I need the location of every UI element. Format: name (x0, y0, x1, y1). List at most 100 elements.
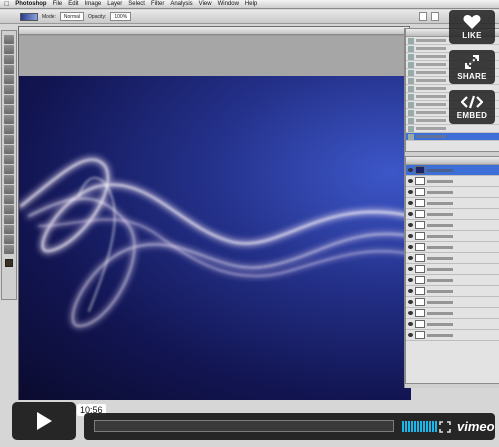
stamp-tool-icon[interactable] (4, 115, 14, 124)
eye-icon[interactable] (408, 267, 413, 271)
player-control-bar: vimeo (84, 413, 495, 440)
share-icon (465, 54, 479, 69)
eye-icon[interactable] (408, 190, 413, 194)
canvas[interactable] (19, 76, 411, 400)
eraser-tool-icon[interactable] (4, 135, 14, 144)
layer-row[interactable] (406, 286, 499, 297)
menu-view[interactable]: View (199, 1, 212, 7)
layer-row[interactable] (406, 297, 499, 308)
eye-icon[interactable] (408, 300, 413, 304)
history-step-icon (408, 69, 414, 76)
eye-icon[interactable] (408, 289, 413, 293)
progress-bar[interactable] (94, 420, 394, 432)
menu-file[interactable]: File (53, 1, 63, 7)
gradient-swatch[interactable] (20, 12, 38, 21)
opacity-field[interactable]: 100% (110, 12, 132, 21)
eye-icon[interactable] (408, 333, 413, 337)
slice-tool-icon[interactable] (4, 85, 14, 94)
foreground-color-swatch[interactable] (5, 259, 13, 267)
path-select-tool-icon[interactable] (4, 195, 14, 204)
volume-control[interactable] (402, 421, 437, 432)
lasso-tool-icon[interactable] (4, 55, 14, 64)
layer-row[interactable] (406, 209, 499, 220)
layer-row[interactable] (406, 198, 499, 209)
menu-layer[interactable]: Layer (107, 1, 122, 7)
layer-thumbnail (415, 331, 425, 339)
embed-code-icon (461, 95, 483, 108)
mode-select[interactable]: Normal (59, 12, 85, 21)
eye-icon[interactable] (408, 256, 413, 260)
pen-tool-icon[interactable] (4, 175, 14, 184)
fullscreen-icon[interactable] (439, 421, 451, 433)
crop-tool-icon[interactable] (4, 75, 14, 84)
eye-icon[interactable] (408, 201, 413, 205)
layer-row[interactable] (406, 231, 499, 242)
eye-icon[interactable] (408, 234, 413, 238)
eye-icon[interactable] (408, 245, 413, 249)
blur-tool-icon[interactable] (4, 155, 14, 164)
document-title-bar[interactable] (19, 27, 409, 35)
vimeo-logo[interactable]: vimeo (457, 419, 495, 434)
history-step-icon (408, 37, 414, 44)
layer-row-selected[interactable] (406, 165, 499, 176)
layer-thumbnail (415, 298, 425, 306)
layer-row[interactable] (406, 275, 499, 286)
layer-row[interactable] (406, 319, 499, 330)
menu-photoshop[interactable]: Photoshop (15, 1, 46, 7)
like-button[interactable]: LIKE (449, 10, 495, 44)
layer-row[interactable] (406, 242, 499, 253)
menu-image[interactable]: Image (85, 1, 102, 7)
history-brush-tool-icon[interactable] (4, 125, 14, 134)
notes-tool-icon[interactable] (4, 215, 14, 224)
menu-filter[interactable]: Filter (151, 1, 164, 7)
shape-tool-icon[interactable] (4, 205, 14, 214)
eye-icon[interactable] (408, 212, 413, 216)
layer-row[interactable] (406, 253, 499, 264)
eye-icon[interactable] (408, 223, 413, 227)
type-tool-icon[interactable] (4, 185, 14, 194)
eye-icon[interactable] (408, 311, 413, 315)
layer-row[interactable] (406, 176, 499, 187)
menu-select[interactable]: Select (128, 1, 145, 7)
history-step-label (416, 71, 446, 74)
brush-tool-icon[interactable] (4, 105, 14, 114)
menu-edit[interactable]: Edit (68, 1, 78, 7)
eyedropper-tool-icon[interactable] (4, 225, 14, 234)
share-button[interactable]: SHARE (449, 50, 495, 84)
dodge-tool-icon[interactable] (4, 165, 14, 174)
menu-analysis[interactable]: Analysis (170, 1, 192, 7)
marquee-tool-icon[interactable] (4, 45, 14, 54)
embed-button[interactable]: EMBED (449, 90, 495, 124)
move-tool-icon[interactable] (4, 35, 14, 44)
history-step-label (416, 135, 446, 138)
history-step-selected[interactable] (406, 133, 499, 141)
volume-bar (411, 421, 413, 432)
healing-tool-icon[interactable] (4, 95, 14, 104)
apple-icon[interactable]:  (4, 1, 9, 8)
layer-row[interactable] (406, 330, 499, 341)
layers-panel-header[interactable] (406, 157, 499, 165)
options-field-b[interactable] (431, 12, 439, 21)
options-field-a[interactable] (419, 12, 427, 21)
layer-row[interactable] (406, 187, 499, 198)
eye-icon[interactable] (408, 168, 413, 172)
photoshop-screen:  Photoshop File Edit Image Layer Select… (0, 0, 499, 447)
play-button[interactable] (12, 402, 76, 440)
history-step-icon (408, 85, 414, 92)
layer-row[interactable] (406, 308, 499, 319)
history-step-label (416, 111, 446, 114)
eye-icon[interactable] (408, 179, 413, 183)
history-step-label (416, 79, 446, 82)
layer-thumbnail (415, 276, 425, 284)
menu-help[interactable]: Help (245, 1, 257, 7)
eye-icon[interactable] (408, 278, 413, 282)
gradient-tool-icon[interactable] (4, 145, 14, 154)
menu-window[interactable]: Window (218, 1, 239, 7)
history-step[interactable] (406, 125, 499, 133)
layer-row[interactable] (406, 264, 499, 275)
eye-icon[interactable] (408, 322, 413, 326)
magic-wand-tool-icon[interactable] (4, 65, 14, 74)
zoom-tool-icon[interactable] (4, 245, 14, 254)
hand-tool-icon[interactable] (4, 235, 14, 244)
layer-row[interactable] (406, 220, 499, 231)
